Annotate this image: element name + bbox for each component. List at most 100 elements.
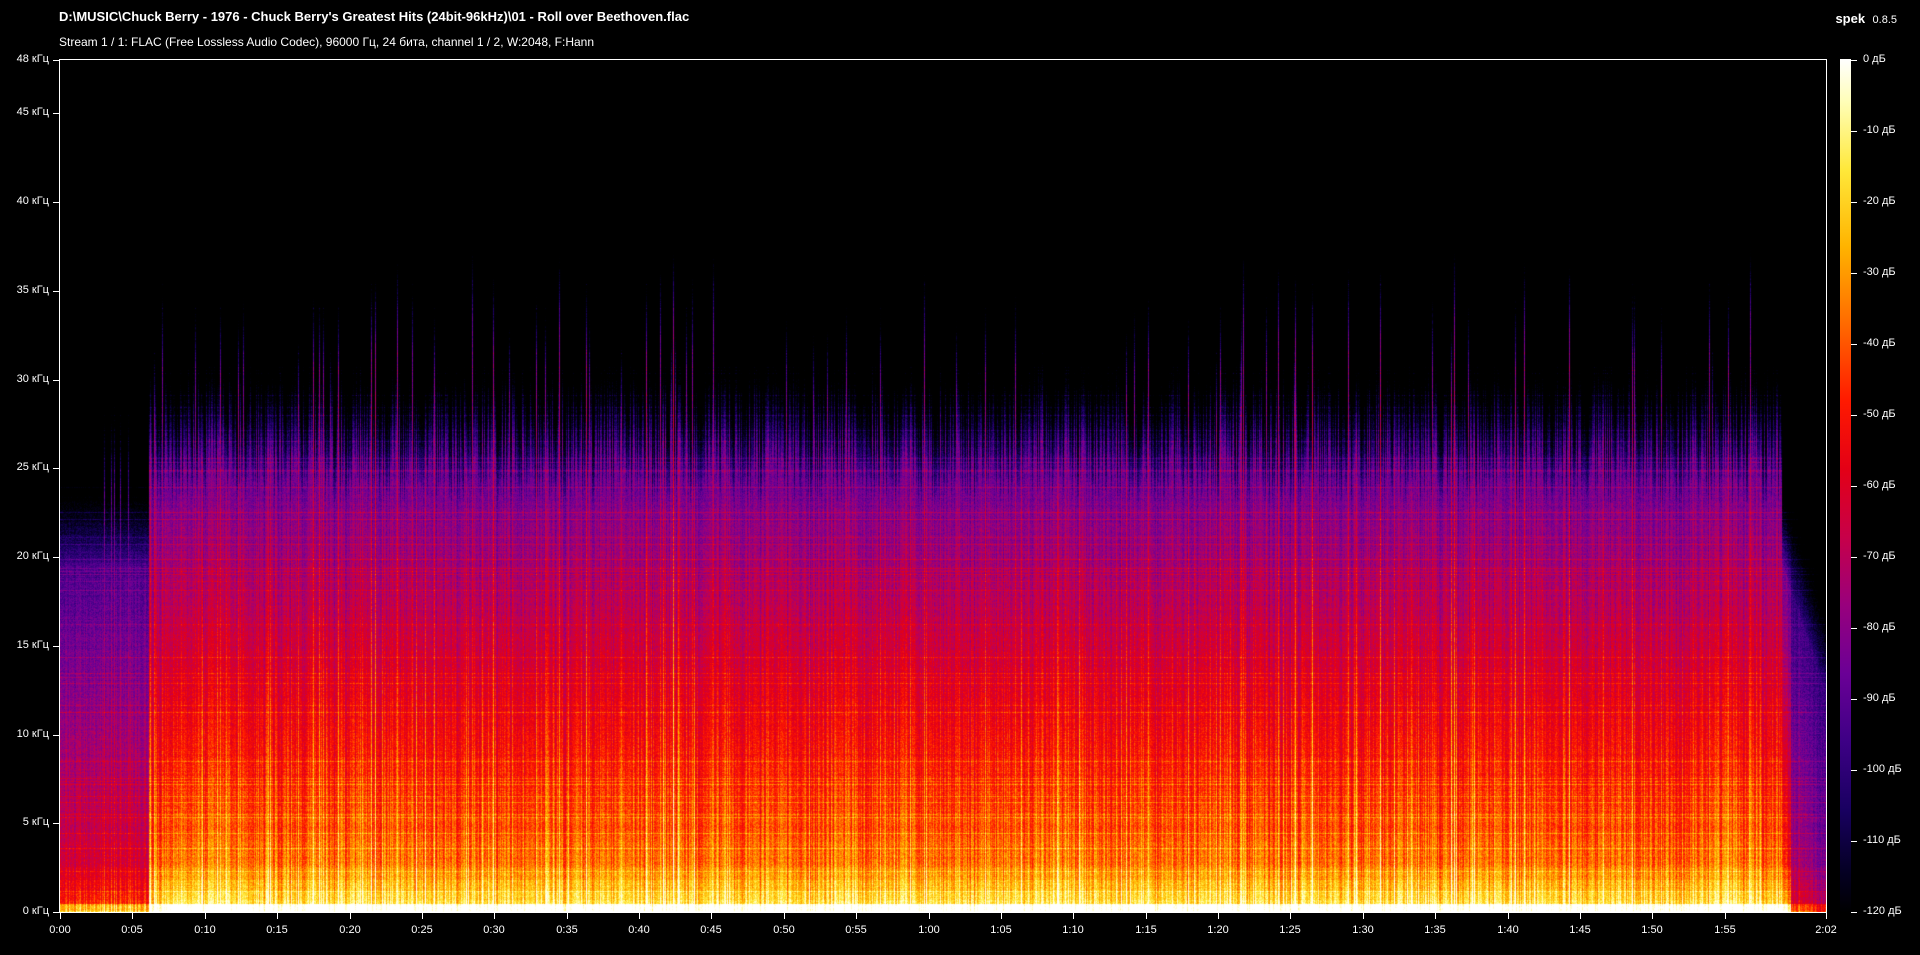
freq-tick: 48 кГц [0, 53, 59, 74]
db-tick-label: -10 дБ [1863, 124, 1896, 136]
db-tick-label: -40 дБ [1863, 337, 1896, 349]
time-tick-label: 0:50 [773, 924, 795, 936]
freq-tick: 20 кГц [0, 550, 59, 571]
time-tick-label: 1:55 [1714, 924, 1736, 936]
time-tick-label: 1:25 [1279, 924, 1301, 936]
time-tick: 1:05 [990, 913, 1012, 943]
time-tick-mark [1826, 913, 1827, 919]
freq-tick: 5 кГц [0, 816, 59, 837]
db-color-scale [1840, 59, 1851, 913]
freq-tick-label: 35 кГц [16, 284, 49, 296]
db-tick-label: -100 дБ [1863, 763, 1902, 775]
time-tick: 0:20 [339, 913, 361, 943]
db-tick-mark [1851, 60, 1857, 61]
time-tick-mark [1725, 913, 1726, 919]
time-tick: 1:15 [1135, 913, 1157, 943]
time-tick-mark [277, 913, 278, 919]
freq-tick: 10 кГц [0, 728, 59, 749]
db-tick: -100 дБ [1851, 763, 1920, 775]
time-tick: 1:55 [1714, 913, 1736, 943]
db-tick: -70 дБ [1851, 550, 1920, 562]
db-axis: 0 дБ -10 дБ -20 дБ -30 дБ -40 дБ -50 дБ -60 дБ… [1851, 0, 1920, 955]
db-tick: -50 дБ [1851, 408, 1920, 420]
spek-window: D:\MUSIC\Chuck Berry - 1976 - Chuck Berr… [0, 0, 1920, 955]
db-tick-mark [1851, 202, 1857, 203]
time-tick-label: 1:00 [918, 924, 940, 936]
time-tick-mark [422, 913, 423, 919]
time-tick: 1:00 [918, 913, 940, 943]
time-tick-label: 0:10 [194, 924, 216, 936]
db-tick-mark [1851, 131, 1857, 132]
time-tick-mark [784, 913, 785, 919]
db-tick-mark [1851, 415, 1857, 416]
db-tick-label: -30 дБ [1863, 266, 1896, 278]
db-tick-label: -110 дБ [1863, 834, 1901, 846]
freq-tick-label: 15 кГц [16, 639, 49, 651]
spectrogram-canvas[interactable] [60, 60, 1826, 912]
time-tick: 0:40 [628, 913, 650, 943]
time-tick: 0:30 [483, 913, 505, 943]
db-tick: -10 дБ [1851, 124, 1920, 136]
time-tick: 1:45 [1569, 913, 1591, 943]
time-tick-mark [1218, 913, 1219, 919]
time-tick-label: 1:45 [1569, 924, 1591, 936]
time-tick-mark [639, 913, 640, 919]
freq-tick: 45 кГц [0, 106, 59, 127]
time-tick-label: 0:40 [628, 924, 650, 936]
db-tick-label: -120 дБ [1863, 905, 1902, 917]
freq-tick: 25 кГц [0, 461, 59, 482]
db-tick-label: -20 дБ [1863, 195, 1896, 207]
db-tick-label: -70 дБ [1863, 550, 1896, 562]
time-tick-mark [1001, 913, 1002, 919]
time-tick-label: 0:25 [411, 924, 433, 936]
time-tick: 0:15 [266, 913, 288, 943]
time-tick: 0:55 [845, 913, 867, 943]
time-tick-mark [1652, 913, 1653, 919]
freq-tick-label: 48 кГц [16, 53, 49, 65]
db-tick: -110 дБ [1851, 834, 1920, 846]
time-tick: 1:25 [1279, 913, 1301, 943]
time-tick-mark [856, 913, 857, 919]
time-tick: 0:50 [773, 913, 795, 943]
freq-tick-label: 30 кГц [16, 373, 49, 385]
time-tick-label: 1:50 [1641, 924, 1663, 936]
time-tick-label: 1:15 [1135, 924, 1157, 936]
freq-tick: 40 кГц [0, 195, 59, 216]
db-tick-mark [1851, 699, 1857, 700]
time-tick: 0:05 [121, 913, 143, 943]
time-tick-mark [1508, 913, 1509, 919]
time-tick-label: 0:35 [556, 924, 578, 936]
file-path-title: D:\MUSIC\Chuck Berry - 1976 - Chuck Berr… [59, 9, 690, 24]
db-tick-label: -80 дБ [1863, 621, 1896, 633]
db-tick-mark [1851, 770, 1857, 771]
db-tick: -90 дБ [1851, 692, 1920, 704]
time-tick-mark [60, 913, 61, 919]
time-tick-label: 0:55 [845, 924, 867, 936]
time-tick-mark [132, 913, 133, 919]
time-tick-label: 1:35 [1424, 924, 1446, 936]
time-tick: 0:35 [556, 913, 578, 943]
freq-tick: 15 кГц [0, 639, 59, 660]
time-tick: 2:02 [1815, 913, 1837, 943]
time-tick-mark [711, 913, 712, 919]
db-tick: -120 дБ [1851, 905, 1920, 917]
db-tick-label: -60 дБ [1863, 479, 1896, 491]
time-tick: 0:10 [194, 913, 216, 943]
freq-tick-label: 10 кГц [16, 728, 49, 740]
time-tick-mark [1580, 913, 1581, 919]
db-tick: 0 дБ [1851, 53, 1920, 65]
time-tick-label: 0:30 [483, 924, 505, 936]
time-tick-label: 1:10 [1062, 924, 1084, 936]
time-tick: 1:50 [1641, 913, 1663, 943]
db-tick-mark [1851, 912, 1857, 913]
time-tick: 1:20 [1207, 913, 1229, 943]
frequency-axis: 48 кГц 45 кГц 40 кГц 35 кГц 30 кГц 25 кГц 20 к… [0, 0, 59, 955]
db-tick-mark [1851, 486, 1857, 487]
spectrogram-plot[interactable] [59, 59, 1827, 913]
time-tick-label: 0:45 [700, 924, 722, 936]
time-tick: 1:40 [1497, 913, 1519, 943]
db-tick: -80 дБ [1851, 621, 1920, 633]
time-tick: 0:45 [700, 913, 722, 943]
db-tick-mark [1851, 557, 1857, 558]
freq-tick: 35 кГц [0, 284, 59, 305]
